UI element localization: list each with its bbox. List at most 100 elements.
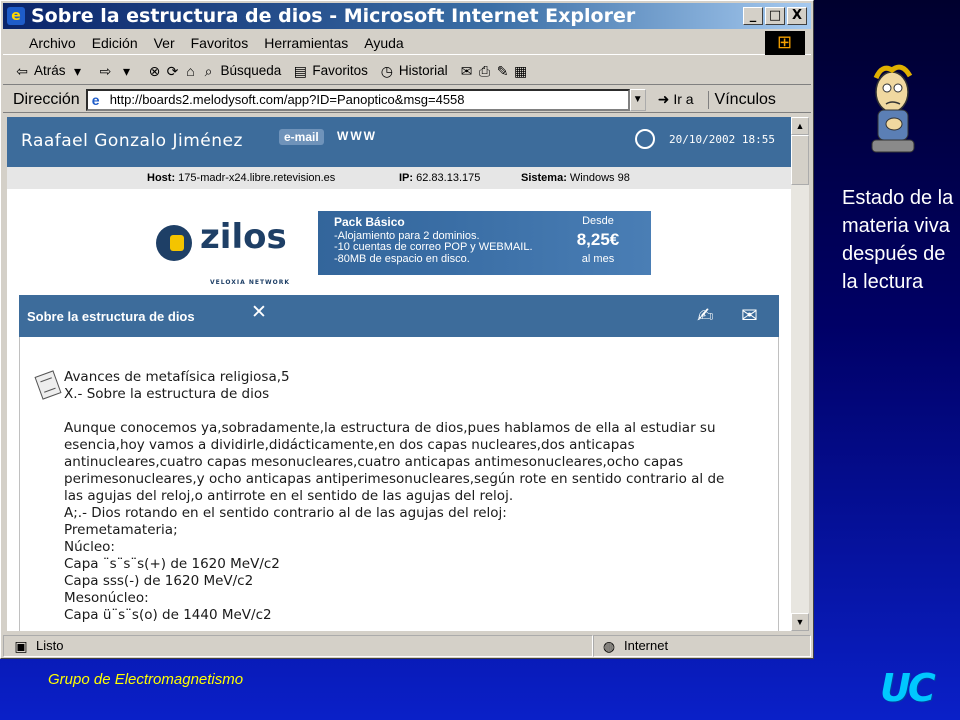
window-title: Sobre la estructura de dios - Microsoft … [31, 5, 636, 27]
text-line: Avances de metafísica religiosa,5 [64, 369, 290, 385]
scroll-down-icon[interactable]: ▼ [791, 613, 809, 631]
menu-archivo[interactable]: Archivo [21, 31, 84, 54]
mail-icon[interactable]: ✉ [458, 62, 476, 80]
edit-icon[interactable]: ✎ [494, 62, 512, 80]
cartoon-figure [871, 64, 915, 153]
zilos-logo: zilos VELOXIA NETWORK [148, 211, 318, 286]
page-header: Raafael Gonzalo Jiménez e-mail WWW 20/10… [7, 117, 791, 167]
document-icon [34, 370, 62, 400]
zilos-mark-icon [156, 225, 192, 261]
toolbar: ⇦ Atrás ▾ ⇨ ▾ ⊗ ⟳ ⌂ ⌕ Búsqueda ▤ Favorit… [3, 57, 811, 85]
go-arrow-icon: ➜ [657, 91, 670, 107]
host-value: 175-madr-x24.libre.retevision.es [178, 172, 336, 184]
banner-line: -10 cuentas de correo POP y WEBMAIL. [334, 241, 533, 253]
address-bar: Dirección http://boards2.melodysoft.com/… [3, 87, 811, 113]
close-x-icon[interactable]: ✕ [251, 301, 267, 324]
text-line: Aunque conocemos ya,sobradamente,la estr… [64, 420, 716, 436]
forward-icon[interactable]: ✉ [741, 303, 758, 328]
minimize-button[interactable]: _ [743, 7, 763, 25]
ip-value: 62.83.13.175 [416, 172, 481, 184]
text-line: las agujas del reloj,o antirrote en el s… [64, 488, 514, 504]
banner-pack: Pack Básico -Alojamiento para 2 dominios… [334, 215, 533, 265]
host-label: Host: [147, 172, 176, 184]
stop-icon[interactable]: ⊗ [146, 62, 164, 80]
article-text: Avances de metafísica religiosa,5 X.- So… [64, 369, 764, 624]
price-period: al mes [581, 253, 615, 265]
banner-price-box: Desde 8,25€ al mes [548, 215, 648, 265]
back-button[interactable]: ⇦ Atrás ▾ [13, 57, 87, 85]
page-content: Raafael Gonzalo Jiménez e-mail WWW 20/10… [7, 117, 791, 631]
title-bar: e Sobre la estructura de dios - Microsof… [3, 3, 811, 29]
dropdown-icon: ▾ [123, 62, 131, 79]
history-icon: ◷ [380, 62, 393, 79]
menu-edicion[interactable]: Edición [84, 31, 146, 54]
text-line: Núcleo: [64, 539, 115, 555]
menu-ver[interactable]: Ver [146, 31, 183, 54]
text-line: Premetamateria; [64, 522, 178, 538]
home-icon[interactable]: ⌂ [182, 62, 200, 80]
back-arrow-icon: ⇦ [16, 62, 28, 79]
search-button[interactable]: ⌕ Búsqueda [200, 57, 282, 85]
ip-label: IP: [399, 172, 414, 184]
maximize-button[interactable]: □ [765, 7, 785, 25]
post-datetime: 20/10/2002 18:55 [669, 133, 775, 146]
address-input[interactable]: http://boards2.melodysoft.com/app?ID=Pan… [85, 88, 630, 111]
address-dropdown-button[interactable]: ▼ [629, 88, 646, 111]
globe-icon: ◍ [602, 638, 616, 654]
text-line: X.- Sobre la estructura de dios [64, 386, 270, 402]
text-line: Capa ü¨s¨s(o) de 1440 MeV/c2 [64, 607, 272, 623]
dropdown-icon: ▾ [74, 62, 82, 79]
system-value: Windows 98 [569, 172, 630, 184]
favorites-icon: ▤ [293, 62, 307, 79]
text-line: Mesonúcleo: [64, 590, 149, 606]
refresh-icon[interactable]: ⟳ [164, 62, 182, 80]
search-icon: ⌕ [204, 62, 213, 79]
menu-ayuda[interactable]: Ayuda [356, 31, 411, 54]
go-button[interactable]: ➜ Ir a [658, 91, 694, 108]
status-text: Listo [36, 638, 64, 653]
uc-logo: UC [880, 666, 936, 710]
text-line: perimesonucleares,y ocho anticapas antip… [64, 471, 725, 487]
menu-herramientas[interactable]: Herramientas [256, 31, 356, 54]
price-value: 8,25€ [576, 230, 620, 249]
text-line: Capa ¨s¨s¨s(+) de 1620 MeV/c2 [64, 556, 280, 572]
forward-arrow-icon: ⇨ [99, 62, 112, 79]
reply-icon[interactable]: ✍ [697, 303, 714, 328]
banner-title: Pack Básico [334, 215, 405, 229]
zone-text: Internet [624, 638, 669, 653]
clock-icon [635, 129, 655, 149]
vertical-scrollbar[interactable]: ▲ ▼ [791, 117, 809, 631]
scroll-up-icon[interactable]: ▲ [791, 117, 809, 135]
text-line: esencia,hoy vamos a dividirle,didácticam… [64, 437, 635, 453]
host-info-bar: Host: 175-madr-x24.libre.retevision.es I… [7, 167, 791, 189]
article-title: Sobre la estructura de dios [27, 309, 195, 324]
ad-banner[interactable]: zilos VELOXIA NETWORK Pack Básico -Aloja… [148, 211, 651, 286]
print-icon[interactable]: ⎙ [476, 62, 494, 80]
address-label: Dirección [13, 90, 80, 108]
system-label: Sistema: [521, 172, 567, 184]
browser-window: e Sobre la estructura de dios - Microsof… [0, 0, 814, 659]
ie-icon: e [7, 7, 25, 25]
scroll-thumb[interactable] [791, 135, 809, 185]
status-bar: ▣ Listo ◍ Internet [3, 635, 811, 657]
forward-button[interactable]: ⇨ ▾ [97, 62, 136, 80]
text-line: Capa sss(-) de 1620 MeV/c2 [64, 573, 254, 589]
banner-brand: zilos [200, 217, 287, 257]
favorites-button[interactable]: ▤ Favoritos [291, 57, 368, 85]
email-link[interactable]: e-mail [279, 129, 324, 145]
side-caption: Estado de la materia viva después de la … [842, 187, 954, 293]
history-button[interactable]: ◷ Historial [378, 57, 448, 85]
windows-logo-icon [765, 30, 805, 55]
article-header: Sobre la estructura de dios ✕ ✍ ✉ [19, 295, 779, 337]
menu-bar: Archivo Edición Ver Favoritos Herramient… [3, 30, 811, 55]
www-link[interactable]: WWW [337, 129, 377, 143]
discuss-icon[interactable]: ▦ [512, 62, 530, 80]
footer-group-name: Grupo de Electromagnetismo [48, 671, 244, 688]
price-from: Desde [582, 215, 614, 227]
text-line: A;.- Dios rotando en el sentido contrari… [64, 505, 507, 521]
links-button[interactable]: Vínculos [707, 90, 776, 109]
text-line: antinucleares,cuatro capas mesonucleares… [64, 454, 684, 470]
menu-favoritos[interactable]: Favoritos [183, 31, 257, 54]
close-button[interactable]: X [787, 7, 807, 25]
banner-line: -80MB de espacio en disco. [334, 252, 470, 265]
